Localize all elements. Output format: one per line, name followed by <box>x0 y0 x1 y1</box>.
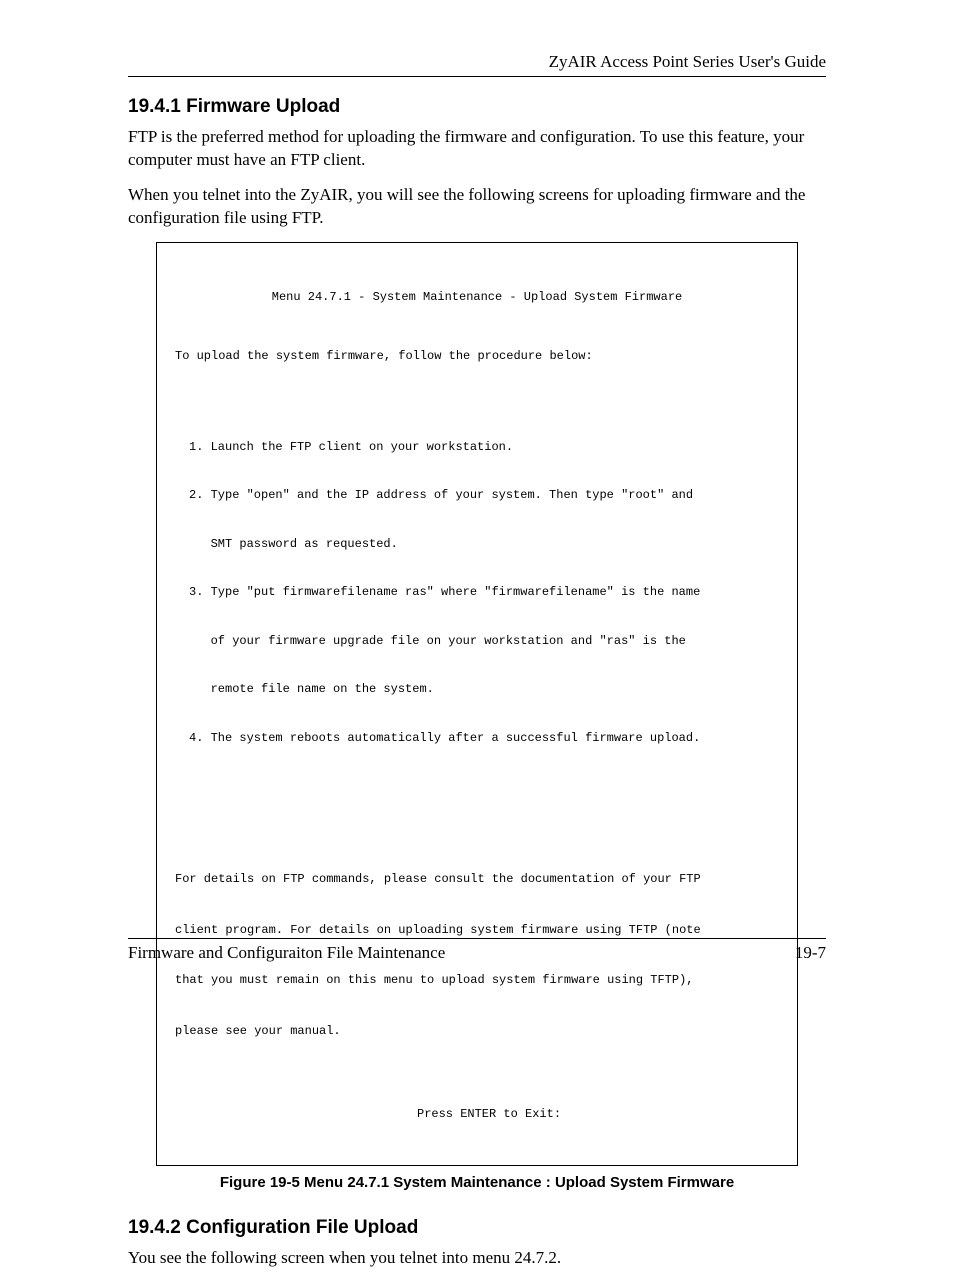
body-paragraph: You see the following screen when you te… <box>128 1247 826 1270</box>
terminal-step: 2. Type "open" and the IP address of you… <box>189 487 787 503</box>
body-paragraph: When you telnet into the ZyAIR, you will… <box>128 184 826 230</box>
terminal-note: client program. For details on uploading… <box>167 922 787 938</box>
header-title: ZyAIR Access Point Series User's Guide <box>549 52 826 71</box>
terminal-note: that you must remain on this menu to upl… <box>167 972 787 988</box>
terminal-intro: To upload the system firmware, follow th… <box>167 348 787 364</box>
footer-left: Firmware and Configuraiton File Maintena… <box>128 943 445 963</box>
terminal-screen: Menu 24.7.1 - System Maintenance - Uploa… <box>156 242 798 1166</box>
section-heading-firmware-upload: 19.4.1 Firmware Upload <box>128 96 826 118</box>
terminal-title: Menu 24.7.1 - System Maintenance - Uploa… <box>167 289 787 305</box>
terminal-step: 4. The system reboots automatically afte… <box>189 730 787 746</box>
terminal-step-cont: SMT password as requested. <box>189 536 787 552</box>
body-paragraph: FTP is the preferred method for uploadin… <box>128 126 826 172</box>
footer-page-number: 19-7 <box>795 943 826 963</box>
terminal-step-cont: remote file name on the system. <box>189 681 787 697</box>
page-footer: Firmware and Configuraiton File Maintena… <box>128 938 826 963</box>
section-heading-config-upload: 19.4.2 Configuration File Upload <box>128 1217 826 1239</box>
figure-caption: Figure 19-5 Menu 24.7.1 System Maintenan… <box>128 1174 826 1191</box>
page-header: ZyAIR Access Point Series User's Guide <box>128 52 826 77</box>
page-content: 19.4.1 Firmware Upload FTP is the prefer… <box>128 92 826 1281</box>
terminal-note: For details on FTP commands, please cons… <box>167 871 787 887</box>
terminal-exit-prompt: Press ENTER to Exit: <box>167 1106 787 1122</box>
terminal-step: 3. Type "put firmwarefilename ras" where… <box>189 584 787 600</box>
terminal-step: 1. Launch the FTP client on your worksta… <box>189 439 787 455</box>
terminal-note: please see your manual. <box>167 1023 787 1039</box>
terminal-step-cont: of your firmware upgrade file on your wo… <box>189 633 787 649</box>
terminal-steps: 1. Launch the FTP client on your worksta… <box>167 406 787 778</box>
